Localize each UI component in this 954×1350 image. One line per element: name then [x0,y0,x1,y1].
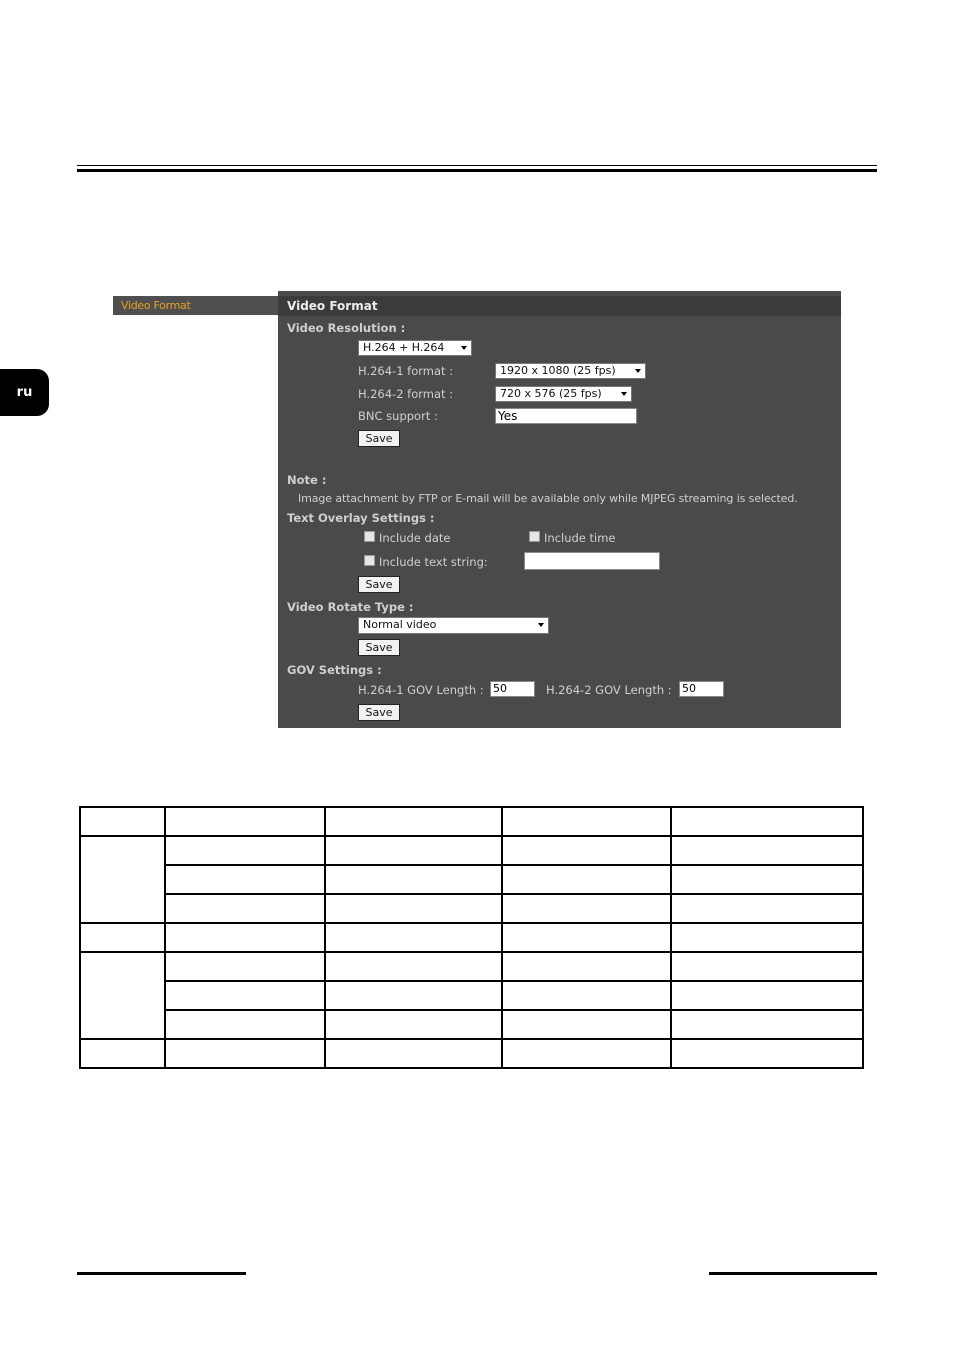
table-row [80,980,864,1011]
video-rotate-select[interactable]: Normal video [358,617,549,634]
h264-2-gov-input[interactable]: 50 [679,681,724,697]
resolution-mode-value: H.264 + H.264 [363,341,445,354]
include-date-checkbox[interactable] [364,531,375,542]
table-row [80,893,864,924]
table-row [80,1009,864,1040]
note-heading: Note : [287,473,327,487]
video-rotate-heading: Video Rotate Type : [287,600,414,614]
note-text: Image attachment by FTP or E-mail will b… [298,492,798,505]
table-row [79,806,864,837]
include-date-label: Include date [379,531,451,545]
overlay-text-input[interactable] [524,552,660,570]
h264-1-gov-input[interactable]: 50 [490,681,535,697]
screenshot-video-format: Video Format Video Format Video Resoluti… [113,291,841,728]
footer-rule-left [77,1272,246,1275]
video-rotate-value: Normal video [363,618,437,631]
settings-panel: Video Format Video Resolution : H.264 + … [278,291,841,728]
h264-2-format-value: 720 x 576 (25 fps) [500,387,602,400]
video-resolution-heading: Video Resolution : [287,321,406,335]
save-rotate-button[interactable]: Save [358,639,400,656]
table-row [80,864,864,895]
table-row [79,835,864,924]
header-rule-thin [77,165,877,166]
h264-2-format-select[interactable]: 720 x 576 (25 fps) [495,386,632,402]
bnc-support-field[interactable]: Yes [495,408,637,424]
chevron-down-icon [621,392,627,396]
chevron-down-icon [635,369,641,373]
footer-rule-right [709,1272,877,1275]
resolution-mode-select[interactable]: H.264 + H.264 [358,340,472,356]
save-resolution-button[interactable]: Save [358,430,400,447]
language-tab: ru [0,369,49,416]
chevron-down-icon [538,623,544,627]
include-time-checkbox[interactable] [529,531,540,542]
h264-1-gov-label: H.264-1 GOV Length : [358,683,484,697]
empty-table [79,806,864,1069]
h264-2-gov-label: H.264-2 GOV Length : [546,683,672,697]
table-row [79,1038,864,1069]
table-row [79,951,864,1040]
text-overlay-heading: Text Overlay Settings : [287,511,435,525]
h264-1-format-value: 1920 x 1080 (25 fps) [500,364,616,377]
sidebar-item-video-format[interactable]: Video Format [113,296,278,315]
header-rule-thick [77,169,877,172]
panel-title: Video Format [278,296,841,316]
h264-1-format-select[interactable]: 1920 x 1080 (25 fps) [495,363,646,379]
gov-settings-heading: GOV Settings : [287,663,382,677]
h264-1-format-label: H.264-1 format : [358,364,454,378]
save-gov-button[interactable]: Save [358,704,400,721]
include-text-checkbox[interactable] [364,555,375,566]
table-row [79,922,864,953]
include-text-label: Include text string: [379,555,488,569]
bnc-support-label: BNC support : [358,409,438,423]
chevron-down-icon [461,346,467,350]
include-time-label: Include time [544,531,616,545]
h264-2-format-label: H.264-2 format : [358,387,454,401]
save-overlay-button[interactable]: Save [358,576,400,593]
